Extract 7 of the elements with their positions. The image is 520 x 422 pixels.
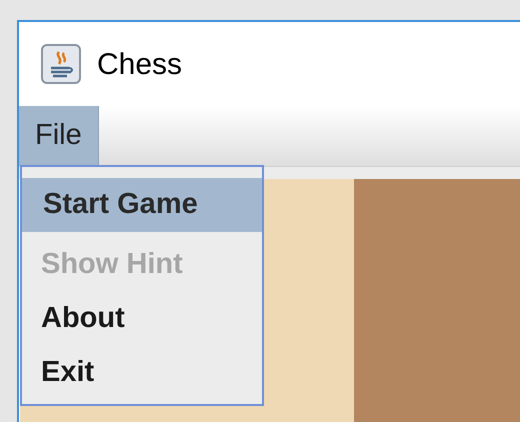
board-square[interactable] [354, 179, 520, 422]
menu-title[interactable]: File [19, 106, 99, 166]
window-title: Chess [97, 46, 182, 82]
menu-item[interactable]: Start Game [22, 178, 262, 232]
menu-item[interactable]: Exit [22, 346, 262, 400]
coffee-cup-icon [41, 44, 81, 84]
menu-item[interactable]: About [22, 292, 262, 346]
